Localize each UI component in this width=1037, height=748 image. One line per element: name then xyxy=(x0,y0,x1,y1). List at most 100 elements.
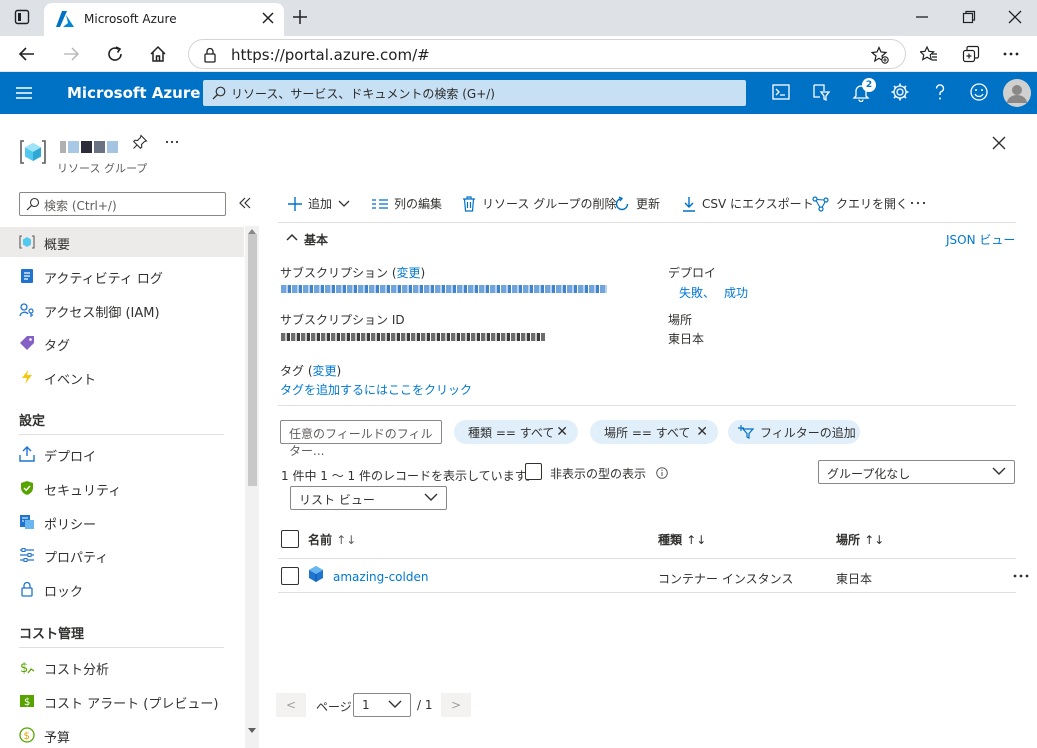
global-search-placeholder: リソース、サービス、ドキュメントの検索 (G+/) xyxy=(231,87,495,101)
cloud-shell-icon[interactable] xyxy=(771,82,793,104)
location-value: 東日本 xyxy=(668,332,705,346)
column-header-type[interactable]: 種類 ↑↓ xyxy=(658,531,706,548)
tab-actions-icon[interactable] xyxy=(14,9,30,25)
directory-filter-icon[interactable] xyxy=(811,82,833,104)
edit-columns-button[interactable]: 列の編集 xyxy=(372,195,442,212)
collections-icon[interactable] xyxy=(962,45,980,63)
sidebar-search-input[interactable]: 検索 (Ctrl+/) xyxy=(19,192,226,216)
sidebar-item-policies[interactable]: ポリシー xyxy=(0,507,244,537)
scroll-up-icon[interactable] xyxy=(248,228,256,234)
sidebar-scrollbar-thumb[interactable] xyxy=(248,234,257,486)
minimize-icon[interactable] xyxy=(915,10,929,24)
global-search-input[interactable]: リソース、サービス、ドキュメントの検索 (G+/) xyxy=(203,80,746,106)
sidebar-item-cost-analysis[interactable]: $ コスト分析 xyxy=(0,652,244,682)
help-icon[interactable] xyxy=(930,82,952,104)
select-all-checkbox[interactable] xyxy=(281,530,299,548)
add-favorite-icon[interactable] xyxy=(871,46,889,64)
add-tags-link[interactable]: タグを追加するにはここをクリック xyxy=(280,381,472,398)
budget-icon: $ xyxy=(19,727,35,743)
restore-icon[interactable] xyxy=(962,10,976,24)
subscription-value-redacted[interactable] xyxy=(281,285,607,293)
resource-name-link[interactable]: amazing-colden xyxy=(333,570,428,584)
favorites-icon[interactable] xyxy=(920,45,938,63)
sidebar-item-iam[interactable]: アクセス制御 (IAM) xyxy=(0,295,244,325)
column-header-name[interactable]: 名前 ↑↓ xyxy=(308,531,356,548)
next-page-button[interactable]: > xyxy=(441,693,471,717)
azure-brand[interactable]: Microsoft Azure xyxy=(67,84,200,102)
settings-gear-icon[interactable] xyxy=(890,82,912,104)
deploy-failed-link[interactable]: 失敗、 xyxy=(679,284,715,301)
new-tab-icon[interactable] xyxy=(292,9,308,25)
type-filter-pill[interactable]: 種類 == すべて ✕ xyxy=(454,420,578,444)
subscription-id-label: サブスクリプション ID xyxy=(280,313,405,327)
table-row[interactable]: amazing-colden コンテナー インスタンス 東日本 xyxy=(278,559,1016,592)
lightning-icon xyxy=(19,369,35,385)
grouping-value: グループ化なし xyxy=(827,467,911,481)
resource-group-icon xyxy=(19,234,35,250)
sidebar-item-activity-log[interactable]: アクティビティ ログ xyxy=(0,261,244,291)
columns-icon xyxy=(372,198,388,209)
remove-type-filter-icon[interactable]: ✕ xyxy=(556,424,568,440)
deploy-success-link[interactable]: 成功 xyxy=(724,284,748,301)
view-dropdown[interactable]: リスト ビュー xyxy=(290,486,447,510)
delete-rg-label: リソース グループの削除 xyxy=(482,197,617,211)
pin-icon[interactable] xyxy=(132,134,148,150)
essentials-header[interactable]: 基本 xyxy=(304,231,328,248)
sidebar-item-events[interactable]: イベント xyxy=(0,362,244,392)
sidebar-item-cost-alerts[interactable]: $ コスト アラート (プレビュー) xyxy=(0,686,244,716)
forward-icon[interactable] xyxy=(62,45,80,63)
refresh-button[interactable]: 更新 xyxy=(614,195,660,212)
close-blade-icon[interactable] xyxy=(991,135,1007,151)
location-filter-pill[interactable]: 場所 == すべて ✕ xyxy=(590,420,718,444)
sidebar-item-overview[interactable]: 概要 xyxy=(0,227,244,257)
sidebar-item-properties[interactable]: プロパティ xyxy=(0,540,244,570)
info-icon[interactable] xyxy=(656,467,668,479)
collapse-sidebar-icon[interactable] xyxy=(238,196,252,210)
delete-resource-group-button[interactable]: リソース グループの削除 xyxy=(462,195,617,212)
command-bar-divider xyxy=(278,222,1016,223)
browser-menu-icon[interactable] xyxy=(1002,45,1020,63)
more-commands-icon[interactable] xyxy=(910,197,926,209)
show-hidden-types-checkbox[interactable] xyxy=(525,463,542,480)
back-icon[interactable] xyxy=(18,45,36,63)
hamburger-menu-icon[interactable] xyxy=(16,86,32,100)
lock-icon[interactable] xyxy=(203,47,217,63)
more-actions-icon[interactable] xyxy=(164,134,180,150)
browser-tab[interactable]: Microsoft Azure xyxy=(44,3,284,36)
sidebar-item-deployments[interactable]: デプロイ xyxy=(0,439,244,469)
previous-page-button[interactable]: < xyxy=(276,693,306,717)
add-button[interactable]: 追加 xyxy=(288,195,350,212)
row-checkbox[interactable] xyxy=(281,567,299,585)
tags-change-link[interactable]: 変更 xyxy=(313,364,337,378)
page-dropdown[interactable]: 1 xyxy=(353,693,411,717)
refresh-browser-icon[interactable] xyxy=(106,45,124,63)
add-filter-button[interactable]: フィルターの追加 xyxy=(728,420,860,444)
sidebar-item-security[interactable]: セキュリティ xyxy=(0,473,244,503)
edit-columns-label: 列の編集 xyxy=(394,197,443,211)
close-window-icon[interactable] xyxy=(1008,10,1022,24)
export-csv-button[interactable]: CSV にエクスポート xyxy=(682,195,814,212)
user-avatar[interactable] xyxy=(1003,79,1031,107)
chevron-down-icon xyxy=(388,700,402,708)
sidebar-item-locks[interactable]: ロック xyxy=(0,574,244,604)
feedback-smiley-icon[interactable] xyxy=(969,82,991,104)
json-view-link[interactable]: JSON ビュー xyxy=(946,231,1015,248)
field-filter-input[interactable]: 任意のフィールドのフィルター... xyxy=(280,420,442,458)
home-icon[interactable] xyxy=(149,45,167,63)
sidebar-item-budgets[interactable]: $ 予算 xyxy=(0,720,244,748)
azure-logo-icon xyxy=(56,11,74,27)
open-query-button[interactable]: クエリを開く xyxy=(812,195,908,212)
grouping-dropdown[interactable]: グループ化なし xyxy=(818,460,1015,484)
table-row-divider xyxy=(278,592,1016,593)
close-tab-icon[interactable] xyxy=(262,12,274,24)
address-bar[interactable]: https://portal.azure.com/# xyxy=(188,39,906,69)
chevron-up-icon[interactable] xyxy=(286,233,298,241)
column-header-location[interactable]: 場所 ↑↓ xyxy=(836,531,884,548)
subscription-change-link[interactable]: 変更 xyxy=(397,266,421,280)
sidebar-item-tags[interactable]: タグ xyxy=(0,328,244,358)
remove-location-filter-icon[interactable]: ✕ xyxy=(696,424,708,440)
scroll-down-icon[interactable] xyxy=(248,728,256,734)
row-more-actions-icon[interactable] xyxy=(1012,570,1030,582)
sidebar-item-label: ロック xyxy=(44,585,84,600)
activity-log-icon xyxy=(19,268,35,284)
